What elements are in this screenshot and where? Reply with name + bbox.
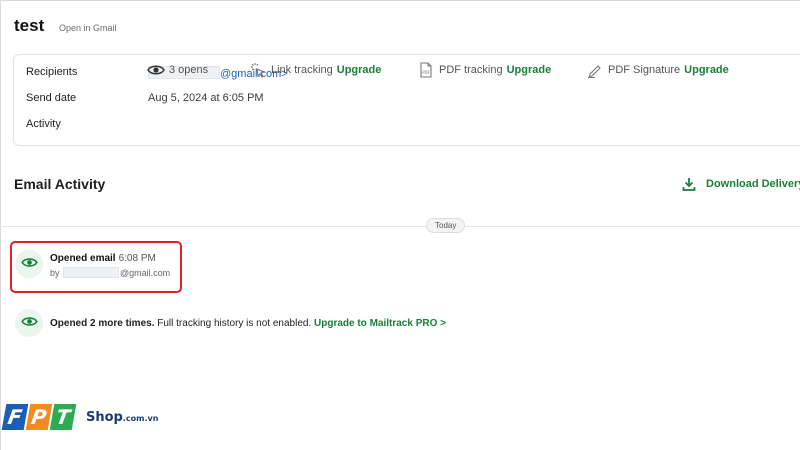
opens-count: 3 opens <box>169 64 209 76</box>
logo-shop-text: Shop.com.vn <box>86 410 158 425</box>
tracking-note: Full tracking history is not enabled. <box>157 318 312 329</box>
pdf-signature-upgrade[interactable]: Upgrade <box>684 64 729 76</box>
logo-tile-f: F <box>1 404 29 430</box>
logo-tile-t: T <box>49 404 77 430</box>
timeline-divider <box>0 226 800 227</box>
logo-shop-domain: .com.vn <box>122 414 159 423</box>
email-activity-title: Email Activity <box>14 176 106 192</box>
download-icon <box>682 177 698 191</box>
eye-icon <box>20 314 38 332</box>
activity-label: Activity <box>26 118 61 130</box>
highlight-box <box>10 241 182 293</box>
download-delivery-label: Download Delivery <box>706 178 800 190</box>
more-opens-badge <box>15 309 43 337</box>
pdf-tracking-feature: PDF PDF tracking Upgrade <box>417 62 552 78</box>
open-in-gmail-link[interactable]: Open in Gmail <box>59 23 117 33</box>
logo-shop-word: Shop <box>86 410 123 425</box>
fpt-shop-logo: F P T Shop.com.vn <box>1 404 158 430</box>
pdf-signature-feature: PDF Signature Upgrade <box>586 63 729 78</box>
link-tracking-feature: Link tracking Upgrade <box>249 63 382 78</box>
link-click-icon <box>249 63 267 78</box>
pdf-tracking-upgrade[interactable]: Upgrade <box>507 64 552 76</box>
pdf-signature-label: PDF Signature <box>608 64 681 76</box>
download-delivery-button[interactable]: Download Delivery <box>682 177 800 191</box>
pdf-file-icon: PDF <box>417 62 435 78</box>
send-date-label: Send date <box>26 92 77 104</box>
more-opens-text: Opened 2 more times. <box>50 318 155 329</box>
upgrade-pro-link[interactable]: Upgrade to Mailtrack PRO > <box>314 318 446 329</box>
eye-icon <box>147 63 165 77</box>
recipients-label: Recipients <box>26 66 78 78</box>
link-tracking-upgrade[interactable]: Upgrade <box>337 64 382 76</box>
more-opens-row: Opened 2 more times. Full tracking histo… <box>50 318 446 329</box>
link-tracking-label: Link tracking <box>271 64 333 76</box>
email-subject: test <box>14 16 45 35</box>
today-chip: Today <box>426 218 466 233</box>
logo-tile-p: P <box>25 404 53 430</box>
pdf-tracking-label: PDF tracking <box>439 64 503 76</box>
signature-pen-icon <box>586 63 604 78</box>
svg-text:PDF: PDF <box>422 70 430 75</box>
opens-stat: 3 opens <box>147 63 208 77</box>
send-date-value: Aug 5, 2024 at 6:05 PM <box>148 92 264 104</box>
